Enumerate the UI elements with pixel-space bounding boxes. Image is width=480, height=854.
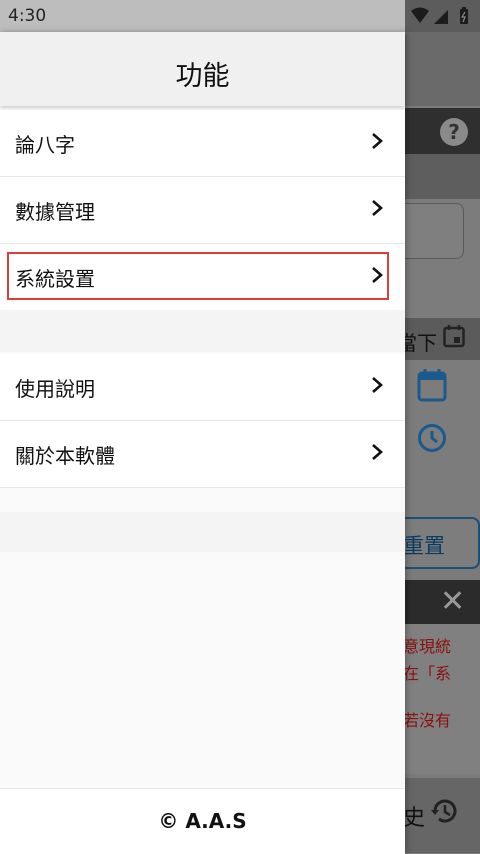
alert-line: 意現統 bbox=[403, 637, 452, 656]
menu-item-instructions[interactable]: 使用說明 bbox=[0, 354, 405, 421]
menu-item-bazi[interactable]: 論八字 bbox=[0, 110, 405, 177]
background-band bbox=[405, 154, 480, 199]
menu-item-label: 論八字 bbox=[15, 133, 75, 157]
chevron-right-icon bbox=[372, 377, 383, 393]
background-input bbox=[398, 203, 464, 259]
close-icon: ✕ bbox=[440, 584, 466, 619]
menu-group-main: 論八字 數據管理 系統設置 bbox=[0, 110, 405, 310]
drawer-title: 功能 bbox=[175, 61, 230, 92]
section-spacer bbox=[0, 310, 405, 352]
drawer-header: 功能 bbox=[0, 32, 405, 106]
copyright-text: © A.A.S bbox=[158, 809, 247, 833]
chevron-right-icon bbox=[372, 133, 383, 149]
signal-icon bbox=[434, 10, 448, 24]
alert-line: 在「系 bbox=[403, 664, 452, 683]
alert-line: 若沒有 bbox=[403, 711, 452, 730]
menu-item-about[interactable]: 關於本軟體 bbox=[0, 421, 405, 488]
calendar-icon bbox=[417, 369, 447, 402]
section-spacer bbox=[0, 512, 405, 552]
clock-time: 4:30 bbox=[8, 6, 47, 26]
chevron-right-icon bbox=[372, 444, 383, 460]
menu-group-info: 使用說明 關於本軟體 bbox=[0, 354, 405, 488]
menu-item-data-management[interactable]: 數據管理 bbox=[0, 177, 405, 244]
wifi-icon bbox=[411, 7, 429, 23]
menu-item-label: 數據管理 bbox=[15, 200, 95, 224]
chevron-right-icon bbox=[372, 267, 383, 283]
status-bar: 4:30 bbox=[0, 0, 480, 32]
bottom-text: 史 bbox=[403, 806, 426, 831]
navigation-drawer: 功能 論八字 數據管理 系統設置 使用說明 關於本軟體 © A.A.S bbox=[0, 32, 405, 854]
calendar-today-icon bbox=[443, 325, 465, 348]
background-app-bar bbox=[405, 32, 480, 106]
history-icon bbox=[431, 799, 457, 823]
menu-item-system-settings[interactable]: 系統設置 bbox=[0, 244, 405, 310]
system-icons bbox=[411, 7, 468, 24]
clock-icon bbox=[418, 424, 446, 452]
menu-item-label: 系統設置 bbox=[15, 267, 95, 291]
drawer-footer: © A.A.S bbox=[0, 788, 405, 854]
reset-label: 重置 bbox=[403, 534, 445, 558]
menu-item-label: 關於本軟體 bbox=[15, 444, 115, 468]
chevron-right-icon bbox=[372, 200, 383, 216]
status-bar-left: 4:30 bbox=[0, 0, 405, 32]
menu-item-label: 使用說明 bbox=[15, 377, 95, 401]
help-icon: ? bbox=[440, 118, 468, 146]
